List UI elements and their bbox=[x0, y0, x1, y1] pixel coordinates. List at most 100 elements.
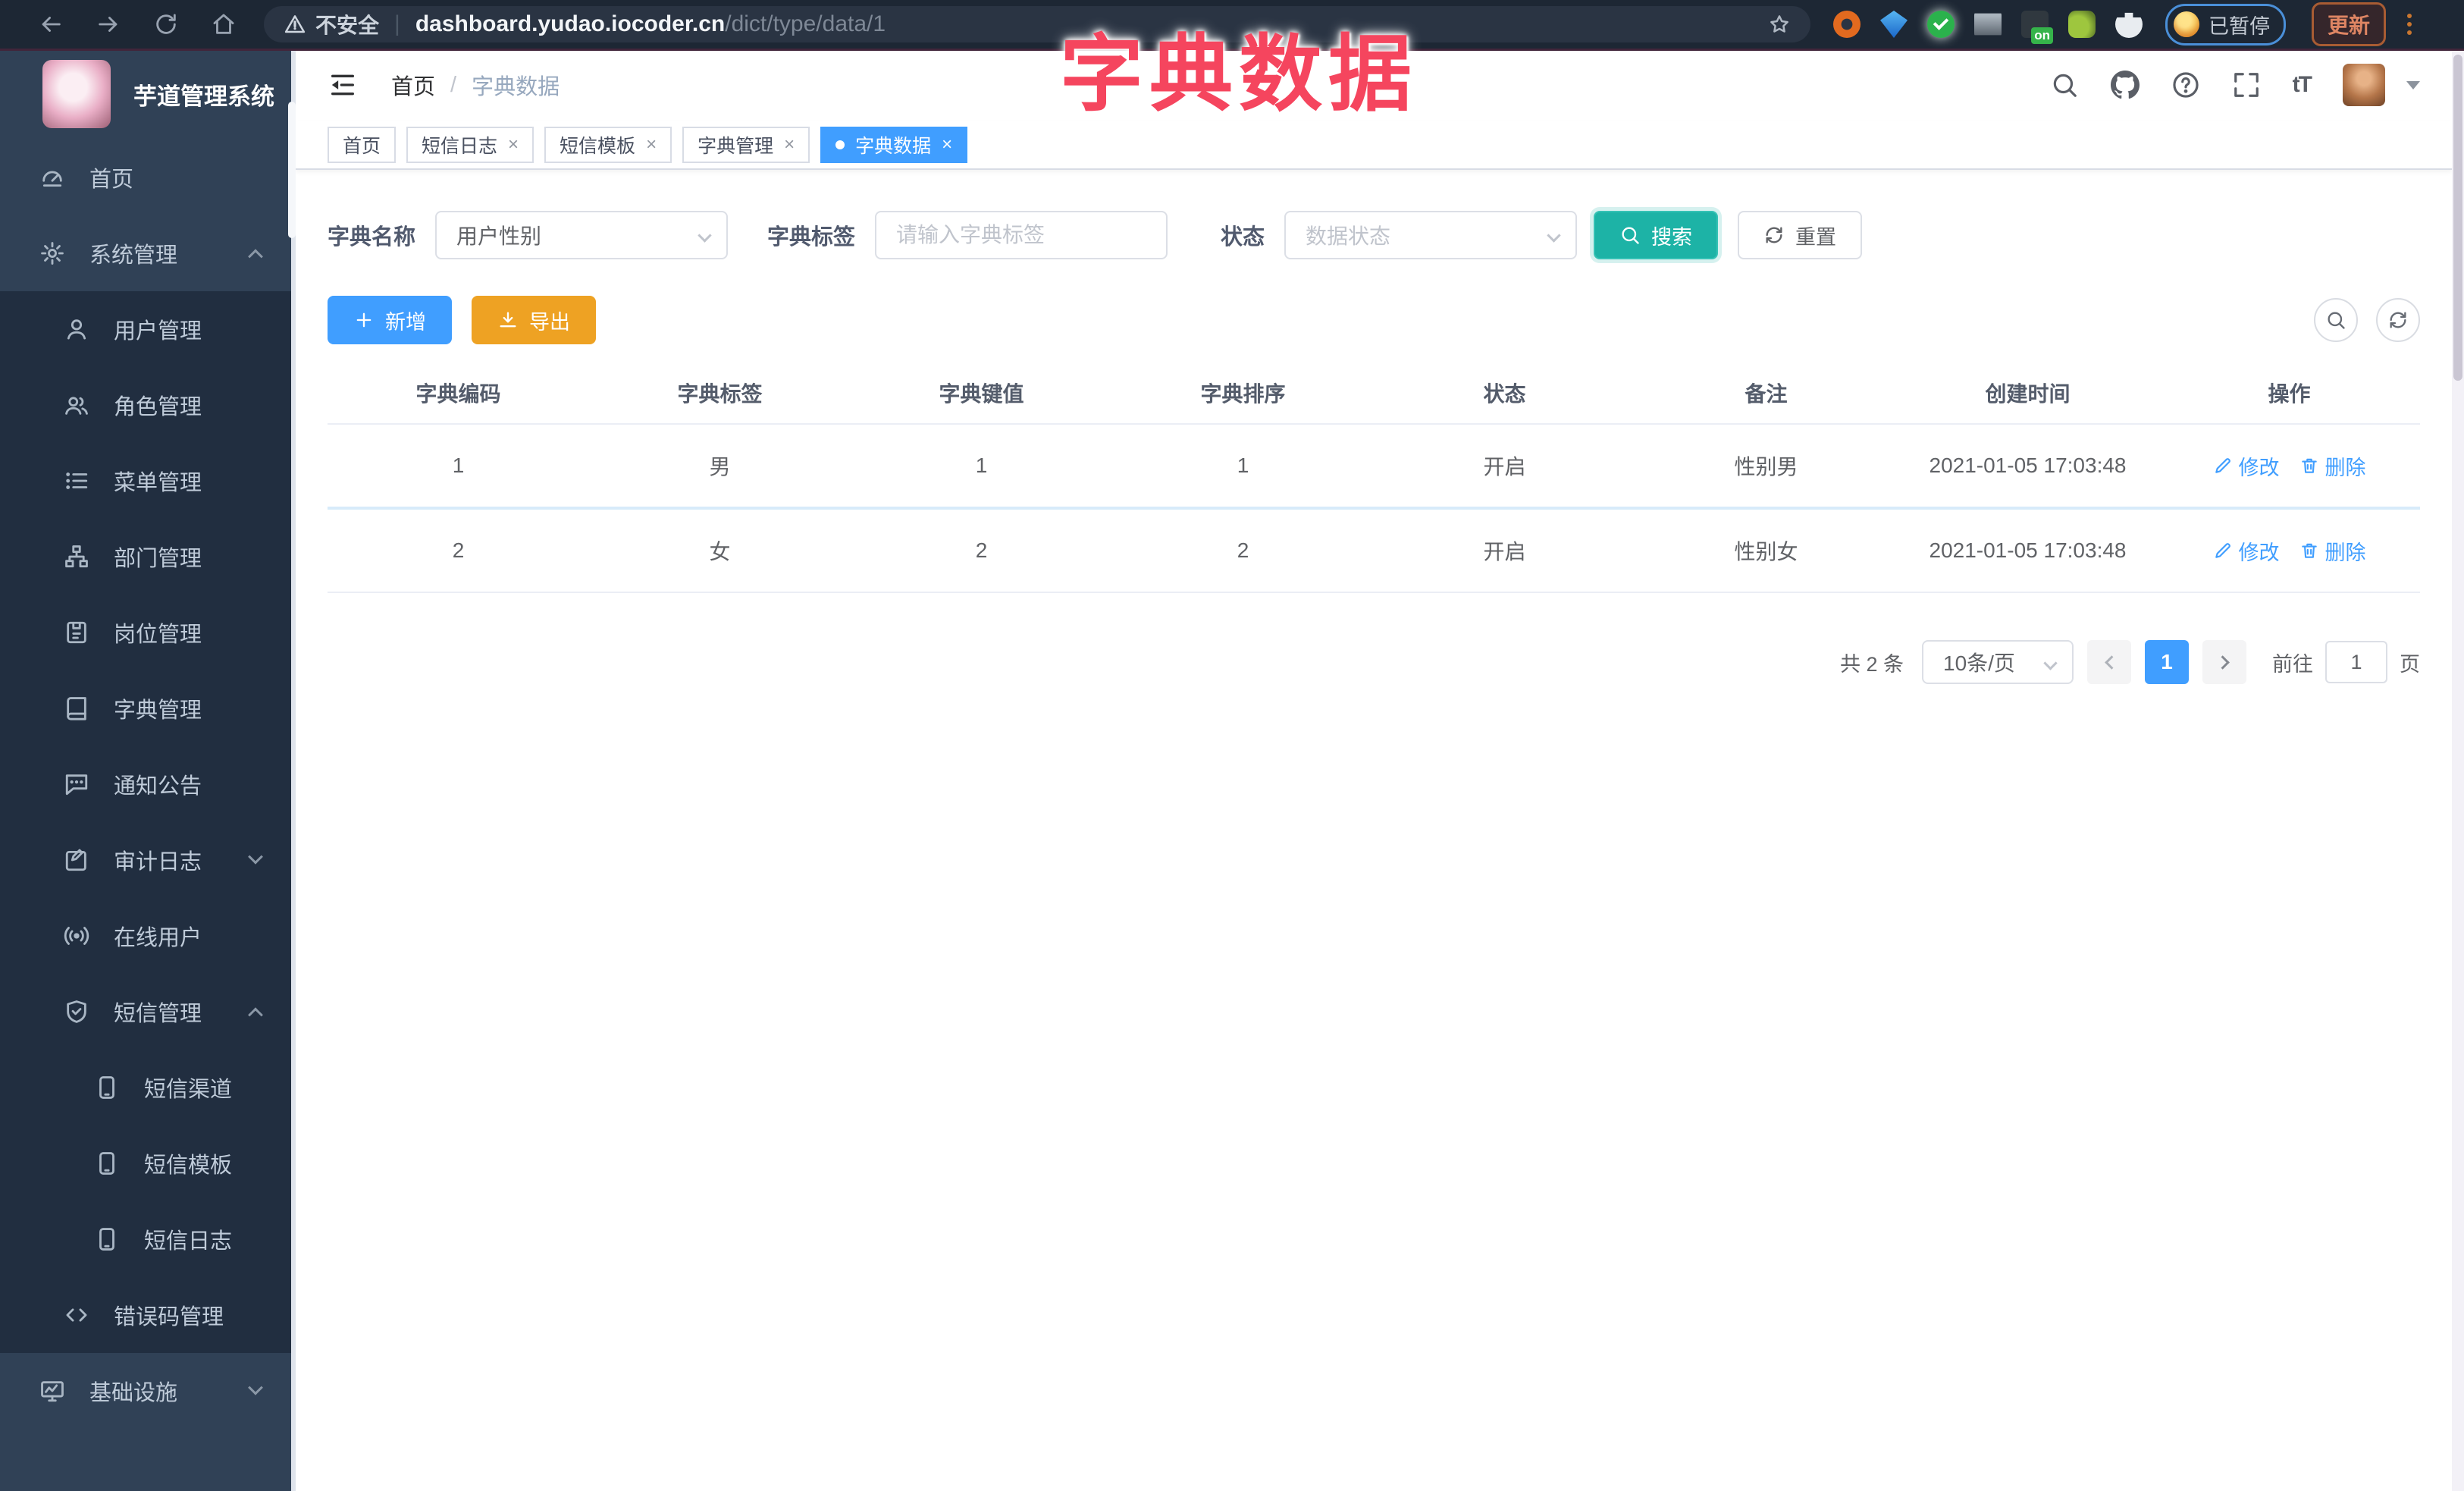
page-unit-label: 页 bbox=[2400, 652, 2420, 676]
chevron-up-icon bbox=[248, 1007, 263, 1023]
sidebar-item-online-users[interactable]: 在线用户 bbox=[0, 898, 296, 974]
cell-value: 1 bbox=[975, 454, 988, 477]
tab-sms-template[interactable]: 短信模板 × bbox=[544, 127, 672, 163]
fullscreen-icon[interactable] bbox=[2232, 71, 2261, 99]
tab-home[interactable]: 首页 bbox=[328, 127, 397, 163]
extension-icon-orange[interactable] bbox=[1833, 11, 1861, 38]
sidebar-item-dict-management[interactable]: 字典管理 bbox=[0, 670, 296, 746]
header-actions: tT bbox=[2050, 64, 2420, 106]
search-icon[interactable] bbox=[2050, 71, 2079, 99]
user-avatar[interactable] bbox=[2343, 64, 2385, 106]
tab-sms-log[interactable]: 短信日志 × bbox=[406, 127, 534, 163]
sidebar-item-menu-management[interactable]: 菜单管理 bbox=[0, 443, 296, 519]
breadcrumb: 首页 / 字典数据 bbox=[391, 69, 560, 101]
cell-code: 1 bbox=[452, 454, 465, 477]
sidebar-item-post-management[interactable]: 岗位管理 bbox=[0, 595, 296, 670]
browser-forward-icon[interactable] bbox=[96, 11, 121, 37]
address-bar[interactable]: 不安全 | dashboard.yudao.iocoder.cn /dict/t… bbox=[264, 6, 1810, 42]
export-button[interactable]: 导出 bbox=[472, 296, 596, 344]
tab-dict-management[interactable]: 字典管理 × bbox=[682, 127, 810, 163]
sidebar-scrollbar-track[interactable] bbox=[291, 49, 296, 1491]
browser-update-button[interactable]: 更新 bbox=[2312, 2, 2387, 46]
cell-sort: 2 bbox=[1237, 538, 1249, 562]
search-button[interactable]: 搜索 bbox=[1594, 211, 1719, 259]
cell-status: 开启 bbox=[1483, 455, 1526, 479]
table-row: 1 男 1 1 开启 性别男 2021-01-05 17:03:48 修改 删除 bbox=[328, 425, 2420, 507]
column-header: 操作 bbox=[2268, 382, 2311, 406]
edit-link[interactable]: 修改 bbox=[2213, 536, 2280, 566]
next-page-button[interactable] bbox=[2202, 640, 2246, 684]
edit-link[interactable]: 修改 bbox=[2213, 451, 2280, 481]
page-content: 字典名称 用户性别 字典标签 状态 数据状态 搜索 重置 bbox=[296, 170, 2452, 684]
tab-dict-data-active[interactable]: 字典数据 × bbox=[820, 127, 968, 163]
sidebar-item-infrastructure[interactable]: 基础设施 bbox=[0, 1353, 296, 1429]
sync-paused-label: 已暂停 bbox=[2209, 14, 2270, 38]
sidebar-item-user-management[interactable]: 用户管理 bbox=[0, 291, 296, 367]
browser-back-icon[interactable] bbox=[38, 11, 64, 37]
avatar-caret-down-icon[interactable] bbox=[2406, 80, 2420, 89]
delete-link[interactable]: 删除 bbox=[2299, 451, 2366, 481]
page-number-button[interactable]: 1 bbox=[2145, 640, 2189, 684]
sidebar-scrollbar-thumb[interactable] bbox=[288, 102, 296, 238]
column-header: 字典键值 bbox=[939, 382, 1024, 406]
chevron-right-icon bbox=[2215, 654, 2230, 670]
help-icon[interactable] bbox=[2171, 71, 2200, 99]
browser-profile-chip[interactable]: 已暂停 bbox=[2165, 3, 2286, 46]
sidebar-item-notice[interactable]: 通知公告 bbox=[0, 746, 296, 822]
close-icon[interactable]: × bbox=[508, 136, 519, 154]
sidebar-item-audit-log[interactable]: 审计日志 bbox=[0, 822, 296, 898]
sidebar-item-sms-management[interactable]: 短信管理 bbox=[0, 974, 296, 1050]
goto-page-input[interactable] bbox=[2325, 641, 2387, 683]
sidebar-item-system-management[interactable]: 系统管理 bbox=[0, 215, 296, 291]
sidebar-item-sms-log[interactable]: 短信日志 bbox=[0, 1201, 296, 1277]
window-scrollbar-thumb[interactable] bbox=[2453, 55, 2462, 381]
extension-icon-leaf[interactable] bbox=[2068, 11, 2096, 38]
sidebar-item-role-management[interactable]: 角色管理 bbox=[0, 367, 296, 443]
dict-tag-input[interactable] bbox=[875, 211, 1168, 259]
extension-icon-on-badge[interactable] bbox=[2021, 11, 2053, 44]
toggle-search-button[interactable] bbox=[2314, 298, 2358, 342]
browser-menu-dots-icon[interactable] bbox=[2407, 22, 2412, 27]
extension-icon-gem[interactable] bbox=[1880, 11, 1908, 38]
close-icon[interactable]: × bbox=[646, 136, 657, 154]
window-scrollbar-track[interactable] bbox=[2452, 49, 2464, 1491]
status-label: 状态 bbox=[1221, 225, 1265, 250]
edit-link-label: 修改 bbox=[2238, 541, 2280, 564]
sidebar-logo-row[interactable]: 芋道管理系统 bbox=[0, 49, 296, 140]
browser-home-icon[interactable] bbox=[211, 11, 237, 37]
sidebar-item-sms-channel[interactable]: 短信渠道 bbox=[0, 1050, 296, 1125]
reset-button[interactable]: 重置 bbox=[1738, 211, 1863, 259]
sidebar-item-error-code[interactable]: 错误码管理 bbox=[0, 1277, 296, 1353]
prev-page-button[interactable] bbox=[2087, 640, 2131, 684]
github-icon[interactable] bbox=[2111, 71, 2140, 99]
extension-icon-bars[interactable] bbox=[1974, 13, 2002, 36]
cell-code: 2 bbox=[452, 538, 465, 562]
font-size-icon[interactable]: tT bbox=[2293, 72, 2312, 98]
page-size-select[interactable]: 10条/页 bbox=[1922, 640, 2074, 684]
column-header: 字典排序 bbox=[1200, 382, 1286, 406]
close-icon[interactable]: × bbox=[942, 136, 952, 154]
close-icon[interactable]: × bbox=[784, 136, 795, 154]
export-button-label: 导出 bbox=[529, 310, 570, 334]
sidebar-item-sms-template[interactable]: 短信模板 bbox=[0, 1125, 296, 1201]
sidebar-item-department-management[interactable]: 部门管理 bbox=[0, 519, 296, 595]
refresh-table-button[interactable] bbox=[2376, 298, 2420, 342]
pagination-total: 共 2 条 bbox=[1839, 652, 1904, 676]
browser-reload-icon[interactable] bbox=[153, 11, 179, 37]
message-icon bbox=[64, 771, 89, 797]
phone-icon bbox=[94, 1226, 120, 1252]
sidebar-item-label: 菜单管理 bbox=[114, 471, 202, 495]
extension-icon-check[interactable] bbox=[1927, 11, 1955, 38]
delete-link[interactable]: 删除 bbox=[2299, 536, 2366, 566]
chevron-down-icon bbox=[1547, 228, 1561, 243]
breadcrumb-home[interactable]: 首页 bbox=[391, 69, 435, 101]
sidebar-item-home[interactable]: 首页 bbox=[0, 140, 296, 215]
hamburger-icon[interactable] bbox=[328, 70, 358, 100]
dict-name-select[interactable]: 用户性别 bbox=[435, 211, 729, 259]
online-signal-icon bbox=[64, 923, 89, 949]
status-select[interactable]: 数据状态 bbox=[1284, 211, 1578, 259]
add-button[interactable]: 新增 bbox=[328, 296, 452, 344]
extensions-puzzle-icon[interactable] bbox=[2115, 12, 2143, 38]
bookmark-star-icon[interactable] bbox=[1768, 13, 1791, 36]
url-host: dashboard.yudao.iocoder.cn bbox=[415, 11, 726, 36]
